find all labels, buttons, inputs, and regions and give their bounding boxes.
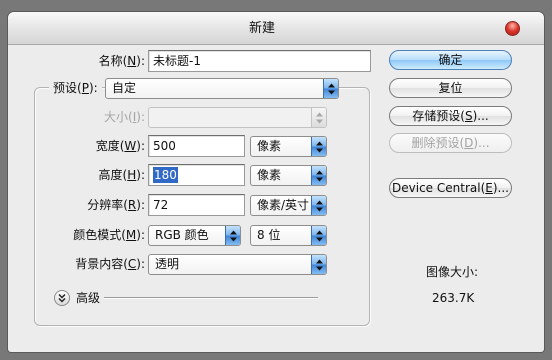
resolution-unit-select[interactable]: 像素/英寸 bbox=[250, 195, 327, 216]
up-down-arrows-icon bbox=[323, 79, 338, 98]
name-label: 名称(N): bbox=[98, 54, 145, 68]
resolution-label: 分辨率(R): bbox=[87, 198, 145, 212]
name-input-value: 未标题-1 bbox=[153, 54, 201, 68]
bit-depth-select[interactable]: 8 位 bbox=[250, 225, 327, 246]
preset-select-value: 自定 bbox=[112, 81, 137, 95]
size-select[interactable] bbox=[148, 107, 327, 128]
name-input[interactable]: 未标题-1 bbox=[148, 50, 371, 72]
delete-preset-button[interactable]: 删除预设(D)... bbox=[389, 133, 512, 153]
resolution-input[interactable]: 72 bbox=[148, 194, 245, 216]
height-unit-value: 像素 bbox=[257, 168, 282, 182]
width-input-value: 500 bbox=[153, 139, 176, 153]
dialog-title: 新建 bbox=[248, 21, 275, 36]
up-down-arrows-icon bbox=[311, 255, 326, 274]
advanced-label: 高级 bbox=[76, 291, 101, 305]
color-mode-label: 颜色模式(M): bbox=[73, 228, 145, 242]
close-icon[interactable] bbox=[505, 21, 520, 36]
width-unit-value: 像素 bbox=[257, 139, 282, 153]
background-contents-label: 背景内容(C): bbox=[75, 257, 145, 271]
advanced-divider bbox=[104, 297, 318, 299]
height-input[interactable]: 180 bbox=[148, 164, 245, 186]
background-contents-select[interactable]: 透明 bbox=[148, 254, 327, 275]
height-input-value: 180 bbox=[153, 167, 178, 183]
background-contents-value: 透明 bbox=[155, 257, 180, 271]
up-down-arrows-icon bbox=[311, 226, 326, 245]
resolution-unit-value: 像素/英寸 bbox=[257, 198, 310, 212]
width-label: 宽度(W): bbox=[95, 139, 145, 153]
up-down-arrows-icon bbox=[311, 108, 326, 127]
up-down-arrows-icon bbox=[311, 196, 326, 215]
color-mode-value: RGB 颜色 bbox=[155, 228, 209, 242]
save-preset-button[interactable]: 存储预设(S)... bbox=[389, 106, 512, 126]
height-label: 高度(H): bbox=[98, 168, 145, 182]
up-down-arrows-icon bbox=[311, 137, 326, 156]
height-unit-select[interactable]: 像素 bbox=[250, 165, 327, 186]
resolution-input-value: 72 bbox=[153, 198, 169, 212]
up-down-arrows-icon bbox=[225, 226, 240, 245]
bit-depth-value: 8 位 bbox=[257, 228, 281, 242]
width-input[interactable]: 500 bbox=[148, 135, 245, 157]
title-bar: 新建 bbox=[8, 12, 544, 45]
reset-button[interactable]: 复位 bbox=[389, 78, 512, 98]
up-down-arrows-icon bbox=[311, 166, 326, 185]
preset-select[interactable]: 自定 bbox=[105, 78, 339, 99]
advanced-toggle[interactable]: 高级 bbox=[53, 289, 101, 307]
image-size-value: 263.7K bbox=[432, 291, 475, 305]
color-mode-select[interactable]: RGB 颜色 bbox=[148, 225, 241, 246]
double-chevron-down-icon bbox=[54, 290, 70, 306]
preset-label: 预设(P): bbox=[49, 79, 102, 97]
size-label: 大小(I): bbox=[104, 110, 145, 124]
ok-button[interactable]: 确定 bbox=[389, 50, 512, 70]
image-size-label: 图像大小: bbox=[426, 265, 479, 279]
device-central-button[interactable]: Device Central(E)... bbox=[389, 178, 512, 198]
width-unit-select[interactable]: 像素 bbox=[250, 136, 327, 157]
